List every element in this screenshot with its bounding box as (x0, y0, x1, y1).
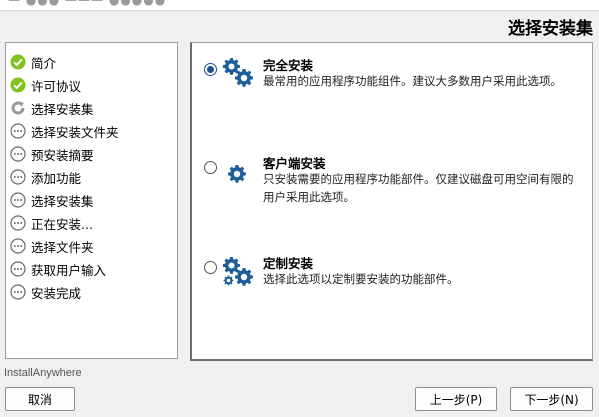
page-title: 选择安装集 (508, 19, 593, 39)
step-item: 获取用户输入 (10, 259, 106, 279)
step-label: 获取用户输入 (31, 262, 107, 278)
step-label: 正在安装... (31, 216, 93, 232)
custom-install-radio[interactable] (204, 261, 217, 274)
next-button[interactable]: 下一步(N) (510, 387, 593, 411)
title-bar: — ●●● ——— ●●●●● (0, 0, 599, 11)
step-item: 安装完成 (10, 282, 81, 302)
pending-dots-icon (10, 238, 26, 254)
pending-dots-icon (10, 123, 26, 139)
step-label: 预安装摘要 (31, 147, 94, 163)
previous-button[interactable]: 上一步(P) (415, 387, 497, 411)
checkmark-icon (10, 54, 26, 70)
pending-dots-icon (10, 215, 26, 231)
checkmark-icon (10, 77, 26, 93)
pending-dots-icon (10, 169, 26, 185)
custom-install-description: 选择此选项以定制要安装的功能部件。 (263, 272, 459, 286)
client-install-radio[interactable] (204, 161, 217, 174)
step-item: 选择安装文件夹 (10, 121, 119, 141)
step-item: 正在安装... (10, 213, 93, 233)
steps-panel: 简介 许可协议 选择安装集 选择安装文件夹 预安装摘要 添加功能 选择安装集 正… (5, 42, 178, 359)
full-install-radio[interactable] (204, 63, 217, 76)
full-install-description: 最常用的应用程序功能组件。建议大多数用户采用此选项。 (263, 74, 562, 88)
step-label: 安装完成 (31, 285, 82, 301)
client-install-description: 只安装需要的应用程序功能部件。仅建议磁盘可用空间有限的用户采用此选项。 (263, 172, 574, 204)
step-item: 选择安装集 (10, 190, 94, 210)
gear-icon (228, 165, 246, 183)
step-label: 选择安装集 (31, 101, 94, 117)
step-item: 预安装摘要 (10, 144, 94, 164)
pending-dots-icon (10, 146, 26, 162)
cancel-button[interactable]: 取消 (5, 387, 75, 411)
step-item: 添加功能 (10, 167, 81, 187)
step-item: 选择文件夹 (10, 236, 94, 256)
step-label: 添加功能 (31, 170, 82, 186)
installer-brand-label: InstallAnywhere (4, 367, 82, 379)
step-label: 许可协议 (31, 78, 82, 94)
gears-icon (222, 57, 253, 87)
step-item: 许可协议 (10, 75, 81, 95)
install-set-options-panel: 完全安装 最常用的应用程序功能组件。建议大多数用户采用此选项。 客户端安装 只安… (190, 42, 593, 361)
step-label: 选择安装文件夹 (31, 124, 119, 140)
step-label: 选择文件夹 (31, 239, 94, 255)
gears-icon (222, 256, 253, 286)
step-item-current: 选择安装集 (10, 98, 94, 118)
pending-dots-icon (10, 192, 26, 208)
in-progress-arrow-icon (11, 101, 25, 115)
step-item: 简介 (10, 52, 56, 72)
pending-dots-icon (10, 261, 26, 277)
pending-dots-icon (10, 284, 26, 300)
step-label: 简介 (31, 55, 57, 71)
step-label: 选择安装集 (31, 193, 94, 209)
